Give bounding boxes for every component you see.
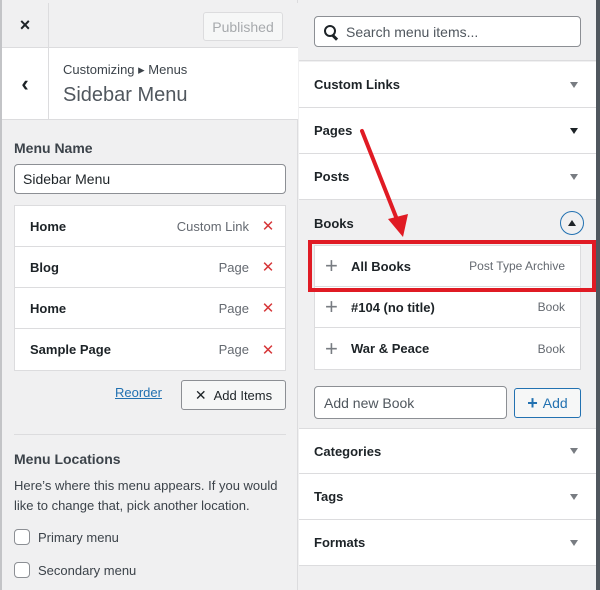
book-item-title: All Books [351, 258, 411, 274]
reorder-link[interactable]: Reorder [115, 385, 162, 400]
plus-icon: + [325, 253, 338, 278]
chevron-down-icon [570, 173, 578, 180]
menu-locations-description: Here’s where this menu appears. If you w… [14, 478, 278, 513]
add-items-label: Add Items [213, 387, 273, 403]
breadcrumb: Customizing ▸ Menus [63, 62, 188, 77]
books-list: + All Books Post Type Archive + #104 (no… [314, 245, 581, 370]
search-input[interactable] [346, 23, 566, 40]
book-item-type: Book [537, 300, 565, 314]
book-item[interactable]: + War & Peace Book [315, 328, 580, 369]
menu-item-type: Page [218, 259, 249, 275]
menu-item-type: Custom Link [176, 218, 249, 234]
menu-item-type: Page [218, 342, 249, 357]
menu-item-title: Sample Page [30, 342, 111, 357]
chevron-left-icon: ‹ [21, 71, 29, 96]
chevron-down-icon [570, 81, 578, 88]
accordion-tags[interactable]: Tags [299, 474, 596, 520]
accordion-custom-links[interactable]: Custom Links [299, 62, 596, 108]
search-icon [323, 24, 339, 40]
delete-icon[interactable]: ✕ [261, 217, 275, 235]
book-item-type: Post Type Archive [469, 259, 565, 273]
delete-icon[interactable]: ✕ [261, 341, 275, 359]
chevron-down-icon [570, 539, 578, 546]
add-new-book-input[interactable] [314, 386, 507, 419]
accordion-formats[interactable]: Formats [299, 520, 596, 566]
location-option-primary[interactable]: Primary menu [14, 529, 119, 545]
accordion-title: Posts [314, 169, 350, 184]
accordion-title: Categories [314, 443, 382, 459]
available-menu-items-panel: Custom Links Pages Posts Books + All Boo… [299, 0, 596, 590]
published-button[interactable]: Published [203, 12, 283, 41]
book-item-title: #104 (no title) [351, 299, 435, 315]
close-icon: ✕ [194, 386, 207, 403]
book-item-type: Book [537, 341, 565, 356]
back-button[interactable]: ‹ [2, 48, 49, 120]
accordion-title: Tags [314, 489, 344, 504]
chevron-down-icon [570, 493, 578, 500]
menu-items-list: Home Custom Link ✕ Blog Page ✕ Home Page… [14, 205, 286, 371]
accordion-title: Pages [314, 123, 353, 138]
book-item-all-books[interactable]: + All Books Post Type Archive [315, 246, 580, 287]
accordion-books[interactable]: Books [299, 200, 596, 246]
close-icon: × [19, 15, 31, 35]
chevron-down-icon [570, 127, 578, 134]
primary-menu-checkbox[interactable] [14, 529, 30, 545]
secondary-menu-checkbox[interactable] [14, 562, 30, 578]
accordion-title: Formats [314, 535, 366, 550]
menu-item-title: Home [30, 218, 67, 234]
menu-item[interactable]: Sample Page Page ✕ [15, 329, 285, 370]
customizer-left-panel: × Published ‹ Customizing ▸ Menus Sideba… [0, 0, 298, 590]
secondary-menu-label: Secondary menu [38, 562, 137, 578]
plus-icon: + [527, 393, 538, 413]
close-customizer-button[interactable]: × [2, 3, 49, 48]
search-area [299, 3, 596, 61]
menu-item-type: Page [218, 300, 249, 316]
accordion-categories[interactable]: Categories [299, 428, 596, 474]
customizer-header: × Published [2, 3, 298, 48]
search-box[interactable] [314, 16, 581, 47]
menu-locations-heading: Menu Locations [14, 451, 121, 467]
add-book-label: Add [542, 395, 568, 411]
window-edge [596, 0, 600, 590]
delete-icon[interactable]: ✕ [261, 258, 275, 276]
plus-icon: + [325, 335, 338, 361]
menu-item-title: Home [30, 300, 67, 316]
add-items-button[interactable]: ✕ Add Items [181, 380, 286, 410]
accordion-posts[interactable]: Posts [299, 154, 596, 200]
chevron-down-icon [570, 448, 578, 454]
menu-item[interactable]: Blog Page ✕ [15, 247, 285, 288]
accordion-pages[interactable]: Pages [299, 108, 596, 154]
menu-name-input[interactable] [14, 164, 286, 194]
menu-name-label: Menu Name [14, 140, 93, 156]
plus-icon: + [325, 294, 338, 319]
panel-titlebar: ‹ Customizing ▸ Menus Sidebar Menu [2, 48, 298, 120]
location-option-secondary[interactable]: Secondary menu [14, 562, 136, 578]
menu-item[interactable]: Home Custom Link ✕ [15, 206, 285, 247]
delete-icon[interactable]: ✕ [261, 299, 275, 317]
divider [14, 434, 286, 435]
collapse-button[interactable] [560, 211, 584, 235]
page-title: Sidebar Menu [63, 84, 188, 106]
chevron-up-icon [568, 220, 576, 226]
add-book-button[interactable]: + Add [514, 388, 581, 418]
book-item-title: War & Peace [351, 341, 430, 356]
menu-item[interactable]: Home Page ✕ [15, 288, 285, 329]
accordion-title: Custom Links [314, 77, 400, 92]
menu-item-title: Blog [30, 259, 59, 275]
book-item[interactable]: + #104 (no title) Book [315, 287, 580, 328]
primary-menu-label: Primary menu [38, 529, 119, 545]
accordion-title: Books [314, 215, 354, 231]
